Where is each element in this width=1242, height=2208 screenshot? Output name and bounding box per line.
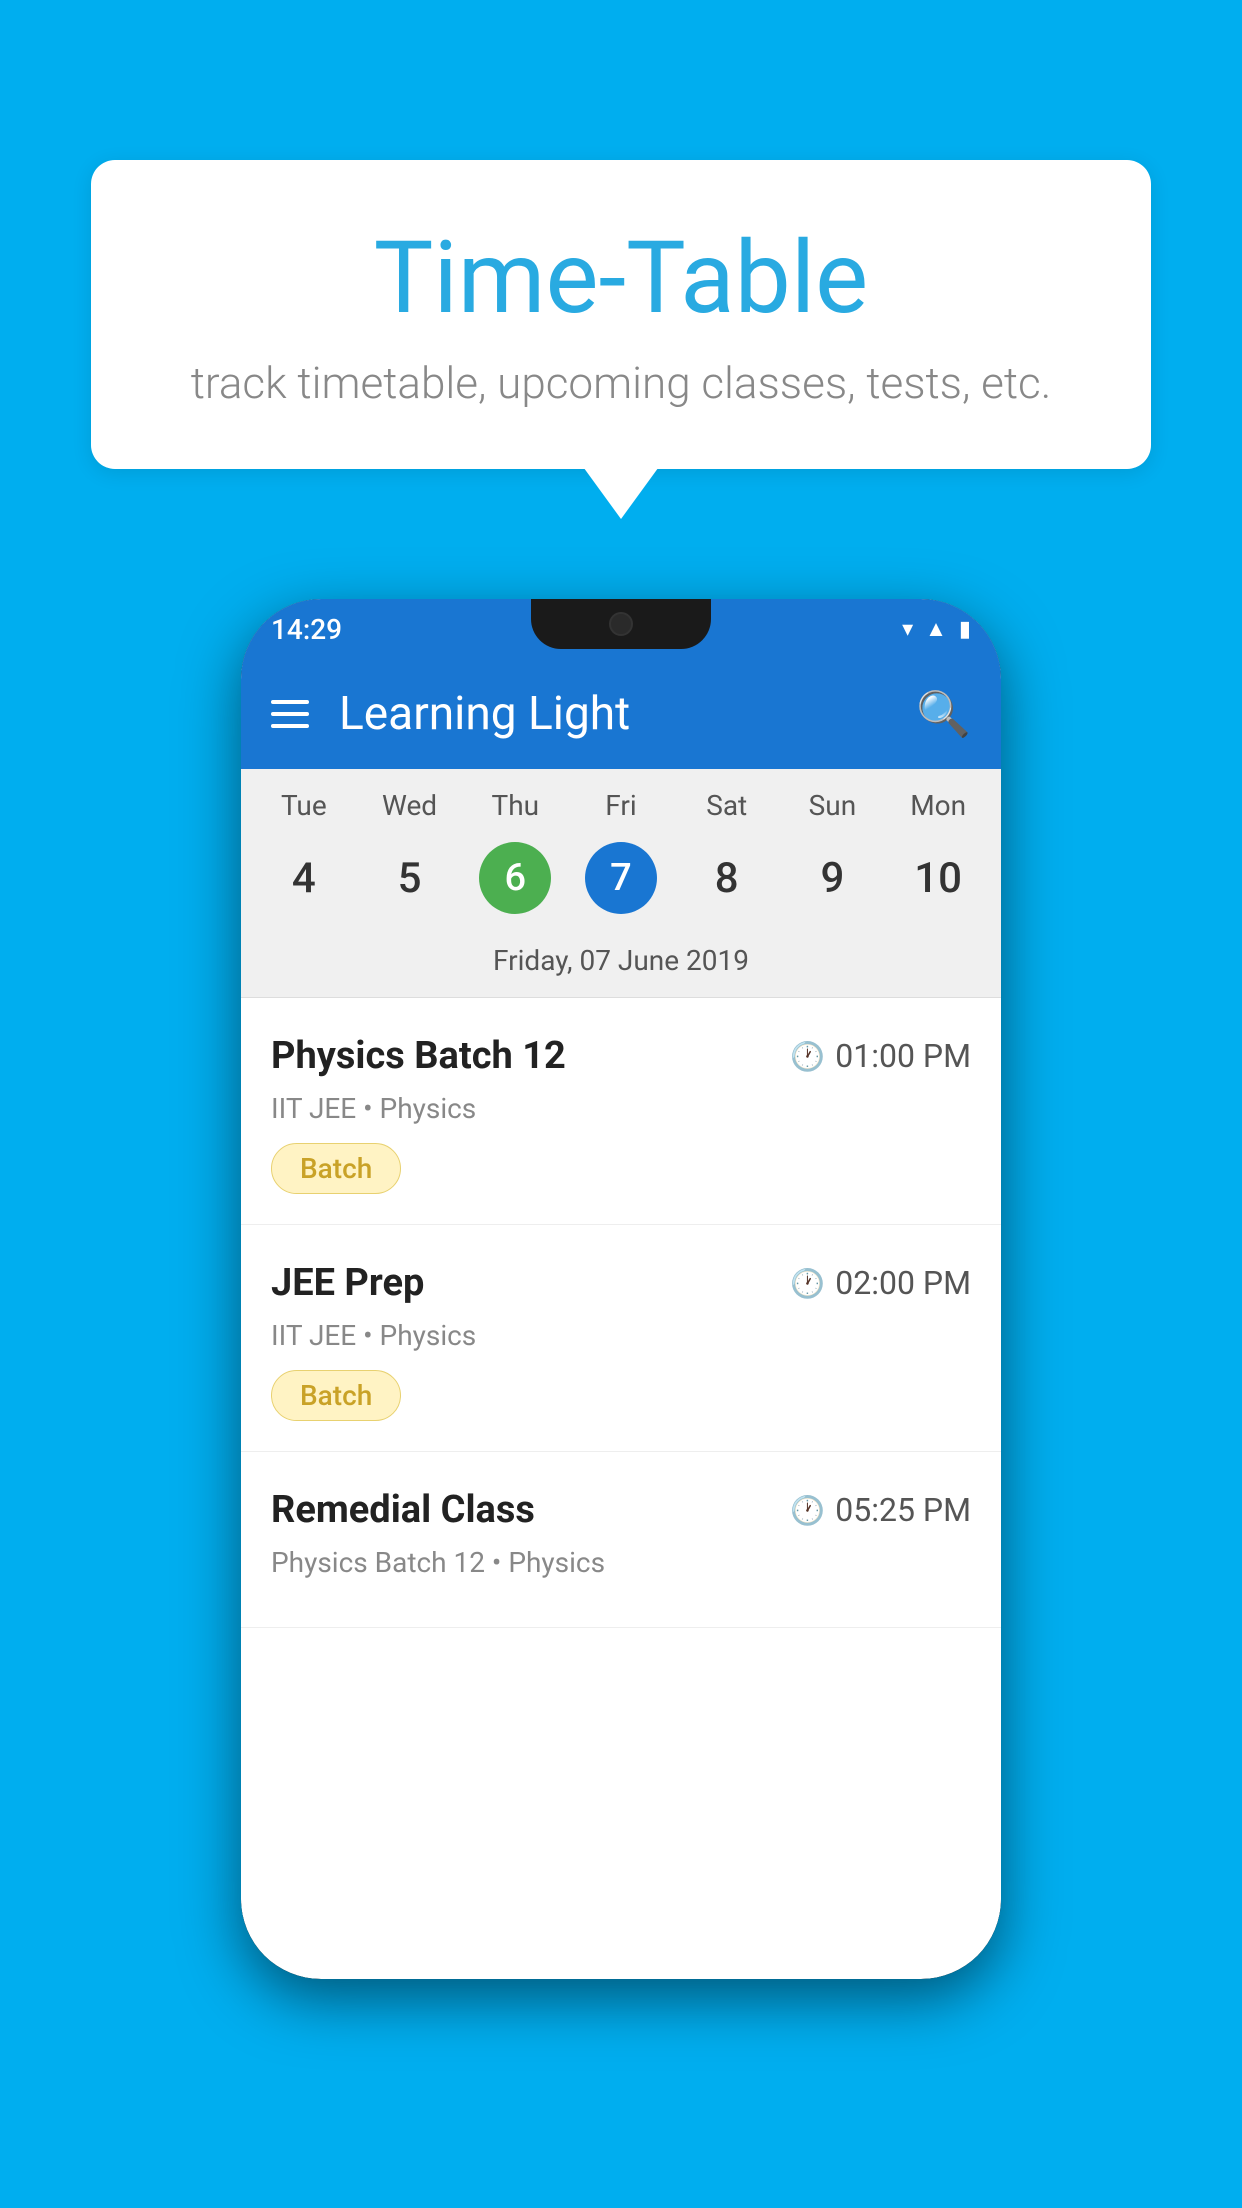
class-item-remedial[interactable]: Remedial Class 🕐 05:25 PM Physics Batch … <box>241 1452 1001 1628</box>
calendar-section: Tue Wed Thu Fri Sat Sun Mon 4 5 6 7 8 <box>241 769 1001 997</box>
clock-icon-1: 🕐 <box>790 1040 825 1073</box>
day-header-sat: Sat <box>674 789 780 822</box>
class-list: Physics Batch 12 🕐 01:00 PM IIT JEE • Ph… <box>241 998 1001 1628</box>
phone-notch <box>531 599 711 649</box>
selected-date: Friday, 07 June 2019 <box>241 934 1001 997</box>
phone-screen: 14:29 ▾ ▲ ▮ <box>241 599 1001 1979</box>
class-time-3: 🕐 05:25 PM <box>790 1491 971 1529</box>
hamburger-menu[interactable] <box>271 700 309 728</box>
class-time-1: 🕐 01:00 PM <box>790 1037 971 1075</box>
day-header-wed: Wed <box>357 789 463 822</box>
status-icons: ▾ ▲ ▮ <box>902 616 971 642</box>
front-camera <box>609 612 633 636</box>
hamburger-line-1 <box>271 700 309 704</box>
app-title: Learning Light <box>339 687 916 741</box>
day-headers: Tue Wed Thu Fri Sat Sun Mon <box>241 769 1001 832</box>
class-name-2: JEE Prep <box>271 1261 424 1305</box>
bubble-title: Time-Table <box>171 220 1071 337</box>
day-7-selected[interactable]: 7 <box>585 842 657 914</box>
batch-badge-2: Batch <box>271 1370 401 1421</box>
hamburger-line-2 <box>271 712 309 716</box>
status-time: 14:29 <box>271 613 342 646</box>
class-header-3: Remedial Class 🕐 05:25 PM <box>271 1488 971 1532</box>
day-4[interactable]: 4 <box>251 842 357 914</box>
day-5[interactable]: 5 <box>357 842 463 914</box>
speech-bubble: Time-Table track timetable, upcoming cla… <box>91 160 1151 469</box>
class-category-3: Physics Batch 12 • Physics <box>271 1546 971 1579</box>
day-header-tue: Tue <box>251 789 357 822</box>
class-name-1: Physics Batch 12 <box>271 1034 566 1078</box>
class-item-physics-batch-12[interactable]: Physics Batch 12 🕐 01:00 PM IIT JEE • Ph… <box>241 998 1001 1225</box>
day-header-mon: Mon <box>885 789 991 822</box>
clock-icon-3: 🕐 <box>790 1494 825 1527</box>
wifi-icon: ▾ <box>902 617 913 642</box>
day-8[interactable]: 8 <box>674 842 780 914</box>
search-icon[interactable]: 🔍 <box>916 688 971 740</box>
day-header-thu: Thu <box>462 789 568 822</box>
screen-content: 14:29 ▾ ▲ ▮ <box>241 599 1001 1979</box>
class-time-text-3: 05:25 PM <box>835 1491 971 1529</box>
day-numbers: 4 5 6 7 8 9 10 <box>241 832 1001 934</box>
clock-icon-2: 🕐 <box>790 1267 825 1300</box>
phone-frame: 14:29 ▾ ▲ ▮ <box>241 599 1001 1979</box>
day-header-fri: Fri <box>568 789 674 822</box>
class-time-text-1: 01:00 PM <box>835 1037 971 1075</box>
day-header-sun: Sun <box>780 789 886 822</box>
class-item-jee-prep[interactable]: JEE Prep 🕐 02:00 PM IIT JEE • Physics Ba… <box>241 1225 1001 1452</box>
hamburger-line-3 <box>271 724 309 728</box>
class-header-1: Physics Batch 12 🕐 01:00 PM <box>271 1034 971 1078</box>
class-name-3: Remedial Class <box>271 1488 535 1532</box>
day-6-today[interactable]: 6 <box>479 842 551 914</box>
day-10[interactable]: 10 <box>885 842 991 914</box>
class-category-2: IIT JEE • Physics <box>271 1319 971 1352</box>
battery-icon: ▮ <box>959 617 971 642</box>
app-bar: Learning Light 🔍 <box>241 659 1001 769</box>
batch-badge-1: Batch <box>271 1143 401 1194</box>
bubble-subtitle: track timetable, upcoming classes, tests… <box>171 357 1071 409</box>
class-time-2: 🕐 02:00 PM <box>790 1264 971 1302</box>
class-header-2: JEE Prep 🕐 02:00 PM <box>271 1261 971 1305</box>
phone-mockup: 14:29 ▾ ▲ ▮ <box>241 599 1001 1949</box>
class-time-text-2: 02:00 PM <box>835 1264 971 1302</box>
class-category-1: IIT JEE • Physics <box>271 1092 971 1125</box>
day-9[interactable]: 9 <box>780 842 886 914</box>
signal-icon: ▲ <box>925 616 947 642</box>
